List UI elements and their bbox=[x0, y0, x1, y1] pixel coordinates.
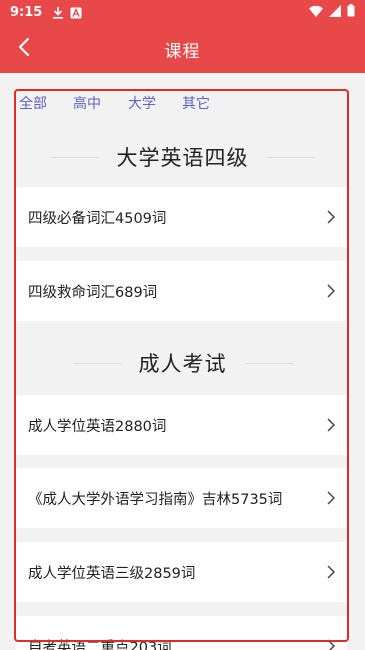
chevron-right-icon bbox=[325, 209, 337, 225]
divider-line bbox=[244, 362, 293, 364]
back-button[interactable] bbox=[6, 25, 42, 73]
list-item-label: 四级必备词汇4509词 bbox=[28, 210, 167, 227]
section-title-text: 大学英语四级 bbox=[116, 146, 249, 170]
list-item-label: 四级救命词汇689词 bbox=[28, 284, 158, 301]
category-tabs: 全部 高中 大学 其它 bbox=[0, 93, 365, 115]
status-bar: 9:15 bbox=[0, 0, 365, 25]
list-item[interactable]: 自考英语二重点203词 bbox=[16, 616, 347, 650]
tab-high-school[interactable]: 高中 bbox=[73, 93, 101, 113]
chevron-right-icon bbox=[325, 638, 337, 650]
list-item-label: 成人学位英语三级2859词 bbox=[28, 565, 196, 582]
app-header: 课程 bbox=[0, 25, 365, 73]
tab-other[interactable]: 其它 bbox=[182, 93, 210, 113]
signal-icon bbox=[329, 4, 341, 21]
list-item[interactable]: 成人学位英语2880词 bbox=[16, 395, 347, 455]
list-item-label: 成人学位英语2880词 bbox=[28, 418, 167, 435]
section-title-adult-exam: 成人考试 bbox=[0, 346, 365, 380]
tab-university[interactable]: 大学 bbox=[128, 93, 156, 113]
list-item[interactable]: 《成人大学外语学习指南》吉林5735词 bbox=[16, 468, 347, 528]
list-item[interactable]: 成人学位英语三级2859词 bbox=[16, 542, 347, 602]
chevron-right-icon bbox=[325, 490, 337, 506]
divider-line bbox=[72, 362, 121, 364]
screen: 9:15 课程 全部 高中 大学 其它 大学英语四级 四级必备词汇4509词 四… bbox=[0, 0, 365, 650]
status-time: 9:15 bbox=[10, 5, 43, 20]
section-title-cet4: 大学英语四级 bbox=[0, 140, 365, 174]
list-item-label: 《成人大学外语学习指南》吉林5735词 bbox=[28, 491, 283, 508]
app-a-icon bbox=[70, 7, 82, 19]
list-item-label: 自考英语二重点203词 bbox=[28, 639, 172, 650]
download-icon bbox=[52, 6, 64, 19]
chevron-left-icon bbox=[18, 37, 30, 61]
section-title-text: 成人考试 bbox=[138, 352, 227, 376]
divider-line bbox=[266, 156, 315, 158]
chevron-right-icon bbox=[325, 417, 337, 433]
divider-line bbox=[50, 156, 99, 158]
wifi-icon bbox=[309, 5, 323, 21]
chevron-right-icon bbox=[325, 564, 337, 580]
list-item[interactable]: 四级必备词汇4509词 bbox=[16, 187, 347, 247]
status-right-group bbox=[309, 4, 355, 21]
page-title: 课程 bbox=[164, 41, 201, 62]
battery-icon bbox=[347, 4, 355, 21]
chevron-right-icon bbox=[325, 283, 337, 299]
tab-all[interactable]: 全部 bbox=[19, 93, 47, 113]
course-content: 全部 高中 大学 其它 大学英语四级 四级必备词汇4509词 四级救命词汇689… bbox=[0, 73, 365, 650]
list-item[interactable]: 四级救命词汇689词 bbox=[16, 261, 347, 321]
